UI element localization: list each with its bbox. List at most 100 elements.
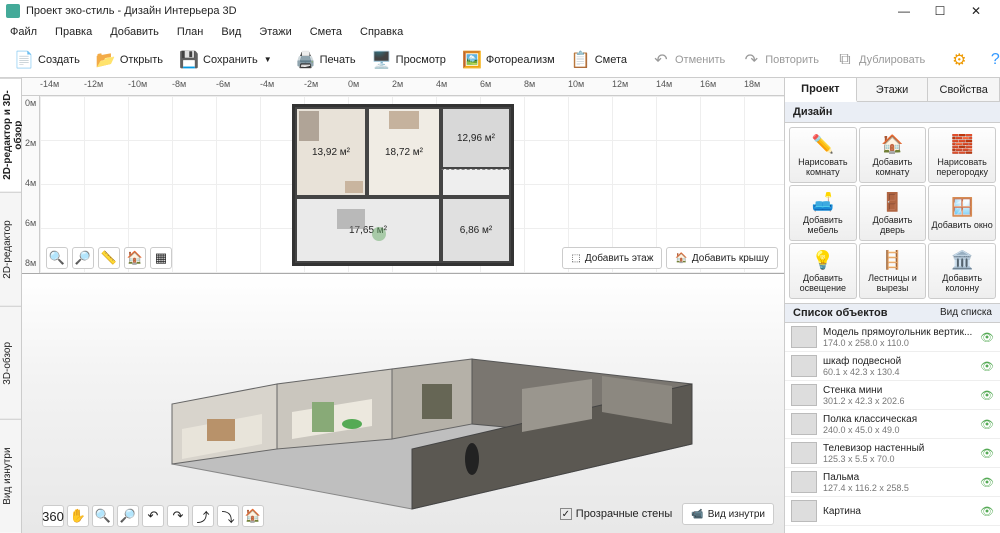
menu-budget[interactable]: Смета: [306, 24, 346, 40]
pan-button[interactable]: ✋: [67, 505, 89, 527]
add-column-button[interactable]: 🏛️Добавить колонну: [928, 243, 996, 299]
save-button[interactable]: 💾Сохранить▼: [173, 46, 278, 74]
menu-plan[interactable]: План: [173, 24, 208, 40]
tab-properties[interactable]: Свойства: [928, 78, 1000, 101]
zoom-out-3d-button[interactable]: 🔍: [92, 505, 114, 527]
list-item[interactable]: Пальма127.4 x 116.2 x 258.5👁: [785, 468, 1000, 497]
orbit-button[interactable]: 360: [42, 505, 64, 527]
room-1[interactable]: 13,92 м²: [295, 107, 367, 197]
duplicate-button[interactable]: ⧉Дублировать: [829, 46, 931, 74]
vtab-inside[interactable]: Вид изнутри: [0, 419, 21, 533]
menu-file[interactable]: Файл: [6, 24, 41, 40]
tab-project[interactable]: Проект: [785, 78, 857, 102]
add-door-button[interactable]: 🚪Добавить дверь: [859, 185, 927, 241]
home-button[interactable]: 🏠: [124, 247, 146, 269]
help-button[interactable]: ?: [979, 46, 1000, 74]
zoom-in-button[interactable]: 🔎: [72, 247, 94, 269]
redo-button[interactable]: ↷Повторить: [735, 46, 825, 74]
bulb-icon: 💡: [812, 250, 834, 271]
eye-icon[interactable]: 👁: [980, 476, 994, 489]
menu-help[interactable]: Справка: [356, 24, 407, 40]
tab-floors[interactable]: Этажи: [857, 78, 929, 101]
thumb-icon: [791, 355, 817, 377]
zoom-in-3d-button[interactable]: 🔎: [117, 505, 139, 527]
object-list: Модель прямоугольник вертик...174.0 x 25…: [785, 323, 1000, 533]
app-icon: [6, 4, 20, 18]
room-4[interactable]: [441, 169, 511, 197]
menu-floors[interactable]: Этажи: [255, 24, 295, 40]
maximize-button[interactable]: ☐: [922, 0, 958, 22]
pane-2d[interactable]: 0м2м4м6м8м 13,92 м² 18,72 м² 12,96 м² 17…: [22, 96, 784, 274]
list-item[interactable]: Полка классическая240.0 x 45.0 x 49.0👁: [785, 410, 1000, 439]
roof-icon: 🏠: [675, 253, 687, 264]
menu-edit[interactable]: Правка: [51, 24, 96, 40]
sofa-icon: 🛋️: [812, 192, 834, 213]
transparent-walls-checkbox[interactable]: ✓Прозрачные стены: [560, 508, 672, 520]
room-3[interactable]: 12,96 м²: [441, 107, 511, 169]
camera-icon: 📹: [691, 509, 703, 520]
add-roof-button[interactable]: 🏠Добавить крышу: [666, 247, 778, 269]
photo-icon: 🖼️: [462, 50, 482, 70]
list-item[interactable]: шкаф подвесной60.1 x 42.3 x 130.4👁: [785, 352, 1000, 381]
add-floor-button[interactable]: ⬚Добавить этаж: [562, 247, 662, 269]
budget-button[interactable]: 📋Смета: [565, 46, 633, 74]
add-room-button[interactable]: 🏠Добавить комнату: [859, 127, 927, 183]
pencil-icon: ✏️: [812, 134, 834, 155]
add-furniture-button[interactable]: 🛋️Добавить мебель: [789, 185, 857, 241]
undo-button[interactable]: ↶Отменить: [645, 46, 731, 74]
room-2[interactable]: 18,72 м²: [367, 107, 441, 197]
rotate-left-button[interactable]: ↶: [142, 505, 164, 527]
tilt-up-button[interactable]: ⤴: [192, 505, 214, 527]
add-window-button[interactable]: 🪟Добавить окно: [928, 185, 996, 241]
ruler-horizontal: -14м-12м-10м-8м-6м-4м-2м0м2м4м6м8м10м12м…: [22, 78, 784, 96]
vtab-2d[interactable]: 2D-редактор: [0, 192, 21, 306]
measure-button[interactable]: 📏: [98, 247, 120, 269]
objlist-viewmode[interactable]: Вид списка: [940, 307, 992, 319]
pane-3d[interactable]: 360 ✋ 🔍 🔎 ↶ ↷ ⤴ ⤵ 🏠 ✓Прозрачные стены 📹В…: [22, 274, 784, 533]
photorealism-button[interactable]: 🖼️Фотореализм: [456, 46, 561, 74]
menubar: Файл Правка Добавить План Вид Этажи Смет…: [0, 22, 1000, 42]
menu-add[interactable]: Добавить: [106, 24, 163, 40]
draw-partition-button[interactable]: 🧱Нарисовать перегородку: [928, 127, 996, 183]
eye-icon[interactable]: 👁: [980, 389, 994, 402]
grid-button[interactable]: ▦: [150, 247, 172, 269]
eye-icon[interactable]: 👁: [980, 447, 994, 460]
rotate-right-button[interactable]: ↷: [167, 505, 189, 527]
home-3d-button[interactable]: 🏠: [242, 505, 264, 527]
open-button[interactable]: 📂Открыть: [90, 46, 169, 74]
room-5[interactable]: 17,65 м²: [295, 197, 441, 263]
zoom-out-button[interactable]: 🔍: [46, 247, 68, 269]
floor-plan[interactable]: 13,92 м² 18,72 м² 12,96 м² 17,65 м² 6,86…: [292, 104, 514, 266]
vtab-3d[interactable]: 3D-обзор: [0, 306, 21, 420]
folder-icon: 📂: [96, 50, 116, 70]
add-lighting-button[interactable]: 💡Добавить освещение: [789, 243, 857, 299]
list-item[interactable]: Стенка мини301.2 x 42.3 x 202.6👁: [785, 381, 1000, 410]
design-grid: ✏️Нарисовать комнату 🏠Добавить комнату 🧱…: [785, 123, 1000, 303]
list-item[interactable]: Картина👁: [785, 497, 1000, 526]
redo-icon: ↷: [741, 50, 761, 70]
eye-icon[interactable]: 👁: [980, 360, 994, 373]
door-icon: 🚪: [881, 192, 903, 213]
eye-icon[interactable]: 👁: [980, 418, 994, 431]
preview-button[interactable]: 🖥️Просмотр: [366, 46, 452, 74]
titlebar: Проект эко-стиль - Дизайн Интерьера 3D —…: [0, 0, 1000, 22]
tilt-down-button[interactable]: ⤵: [217, 505, 239, 527]
eye-icon[interactable]: 👁: [980, 505, 994, 518]
close-button[interactable]: ✕: [958, 0, 994, 22]
vtab-2d3d[interactable]: 2D-редактор и 3D-обзор: [0, 78, 21, 192]
create-button[interactable]: 📄Создать: [8, 46, 86, 74]
toolbar: 📄Создать 📂Открыть 💾Сохранить▼ 🖨️Печать 🖥…: [0, 42, 1000, 78]
inside-view-button[interactable]: 📹Вид изнутри: [682, 503, 774, 525]
eye-icon[interactable]: 👁: [980, 331, 994, 344]
list-item[interactable]: Телевизор настенный125.3 x 5.5 x 70.0👁: [785, 439, 1000, 468]
scene-3d: [112, 284, 712, 514]
draw-room-button[interactable]: ✏️Нарисовать комнату: [789, 127, 857, 183]
minimize-button[interactable]: —: [886, 0, 922, 22]
room-6[interactable]: 6,86 м²: [441, 197, 511, 263]
stairs-button[interactable]: 🪜Лестницы и вырезы: [859, 243, 927, 299]
print-button[interactable]: 🖨️Печать: [290, 46, 362, 74]
thumb-icon: [791, 471, 817, 493]
settings-button[interactable]: ⚙: [943, 46, 975, 74]
menu-view[interactable]: Вид: [217, 24, 245, 40]
list-item[interactable]: Модель прямоугольник вертик...174.0 x 25…: [785, 323, 1000, 352]
